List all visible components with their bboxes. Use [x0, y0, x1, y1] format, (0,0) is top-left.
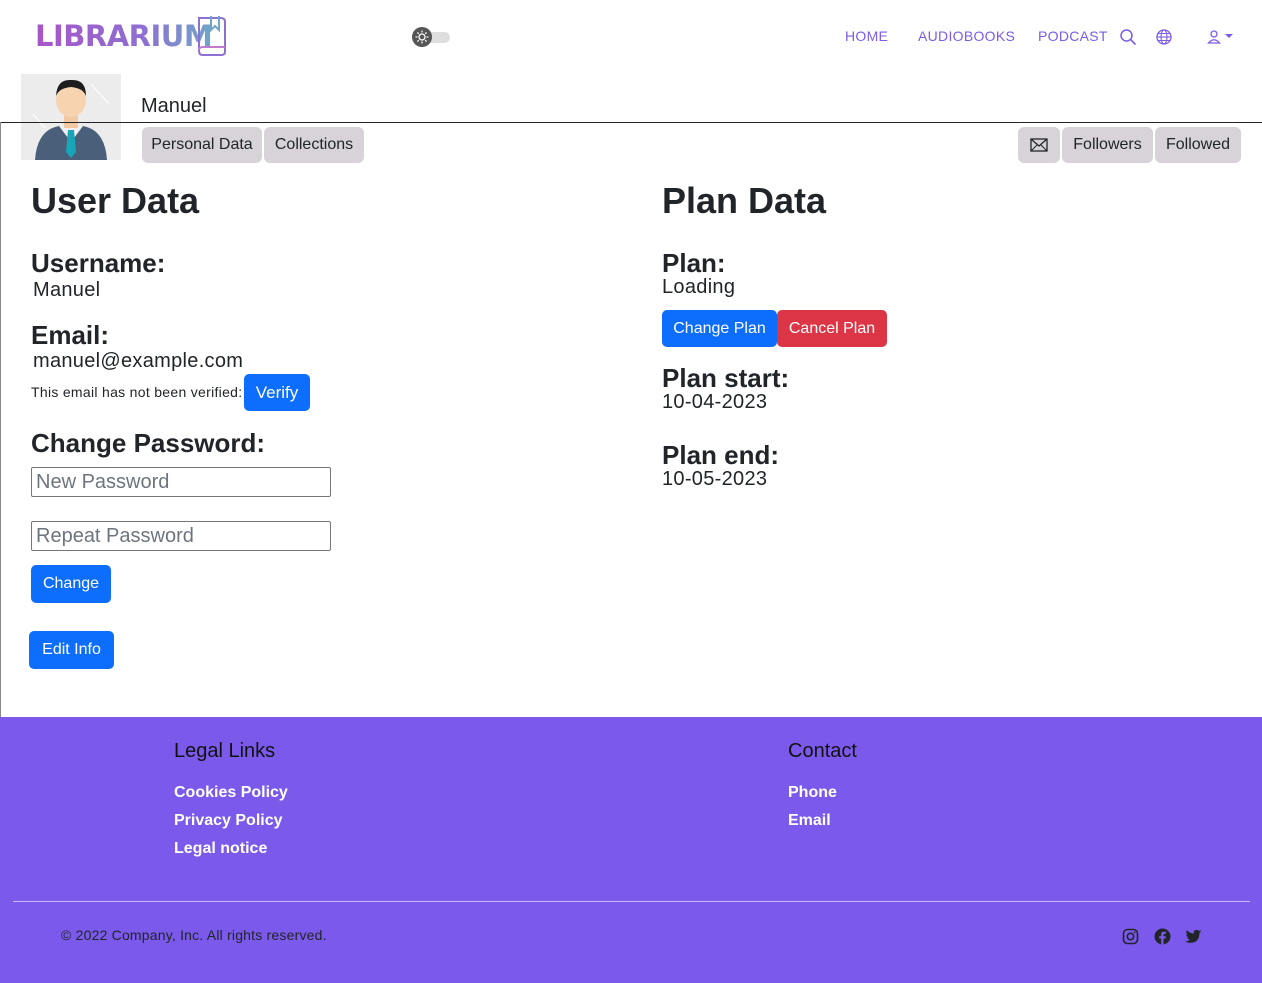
theme-toggle[interactable] — [412, 27, 450, 47]
change-password-button[interactable]: Change — [31, 565, 111, 603]
footer-link-privacy[interactable]: Privacy Policy — [174, 812, 283, 830]
plan-start-label: Plan start: — [662, 363, 790, 393]
navbar: LIBRARIUM HOME AUDIOBOOKS PODCAST — [0, 0, 1262, 72]
footer-link-legal-notice[interactable]: Legal notice — [174, 840, 267, 858]
plan-end-label: Plan end: — [662, 440, 780, 470]
twitter-icon[interactable] — [1185, 928, 1202, 945]
username-value: Manuel — [33, 279, 101, 301]
new-password-input[interactable] — [31, 467, 331, 497]
messages-button[interactable] — [1018, 127, 1060, 163]
profile-divider — [0, 122, 1262, 123]
nav-audiobooks[interactable]: AUDIOBOOKS — [918, 28, 1015, 44]
legal-links-heading: Legal Links — [174, 740, 276, 762]
brand-name: LIBRARIUM — [35, 19, 213, 53]
search-icon[interactable] — [1119, 28, 1137, 46]
change-password-label: Change Password: — [31, 428, 266, 458]
footer-link-cookies[interactable]: Cookies Policy — [174, 784, 288, 802]
copyright: © 2022 Company, Inc. All rights reserved… — [61, 927, 327, 943]
verify-button[interactable]: Verify — [244, 374, 310, 411]
brand-logo[interactable]: LIBRARIUM — [35, 14, 226, 58]
email-label: Email: — [31, 320, 110, 350]
change-plan-button[interactable]: Change Plan — [662, 310, 777, 347]
profile-name: Manuel — [141, 95, 207, 117]
email-value: manuel@example.com — [33, 350, 244, 372]
nav-home[interactable]: HOME — [845, 28, 888, 44]
envelope-icon — [1030, 138, 1048, 152]
repeat-password-input[interactable] — [31, 521, 331, 551]
user-data-title: User Data — [31, 180, 200, 221]
user-icon[interactable] — [1206, 28, 1236, 46]
tab-followed[interactable]: Followed — [1155, 127, 1241, 163]
footer-divider — [13, 901, 1250, 902]
instagram-icon[interactable] — [1122, 928, 1139, 945]
plan-label: Plan: — [662, 248, 726, 278]
verify-note: This email has not been verified: — [31, 384, 243, 400]
contact-heading: Contact — [788, 740, 857, 762]
footer-link-phone[interactable]: Phone — [788, 784, 837, 802]
avatar — [21, 74, 121, 160]
edit-info-button[interactable]: Edit Info — [29, 631, 114, 669]
username-label: Username: — [31, 248, 166, 278]
plan-value: Loading — [662, 276, 736, 298]
plan-start-value: 10-04-2023 — [662, 391, 768, 413]
cancel-plan-button[interactable]: Cancel Plan — [777, 310, 887, 347]
facebook-icon[interactable] — [1154, 928, 1171, 945]
footer: Legal Links Cookies Policy Privacy Polic… — [0, 717, 1262, 983]
nav-podcast[interactable]: PODCAST — [1038, 28, 1108, 44]
chevron-down-icon — [1225, 34, 1233, 38]
book-icon — [198, 16, 226, 56]
plan-end-value: 10-05-2023 — [662, 468, 768, 490]
globe-icon[interactable] — [1155, 28, 1173, 46]
tab-personal-data[interactable]: Personal Data — [142, 127, 262, 163]
footer-link-email[interactable]: Email — [788, 812, 831, 830]
plan-data-title: Plan Data — [662, 180, 827, 221]
tab-followers[interactable]: Followers — [1062, 127, 1153, 163]
tab-collections[interactable]: Collections — [264, 127, 364, 163]
sun-icon — [412, 27, 432, 47]
content-border — [0, 122, 1, 717]
